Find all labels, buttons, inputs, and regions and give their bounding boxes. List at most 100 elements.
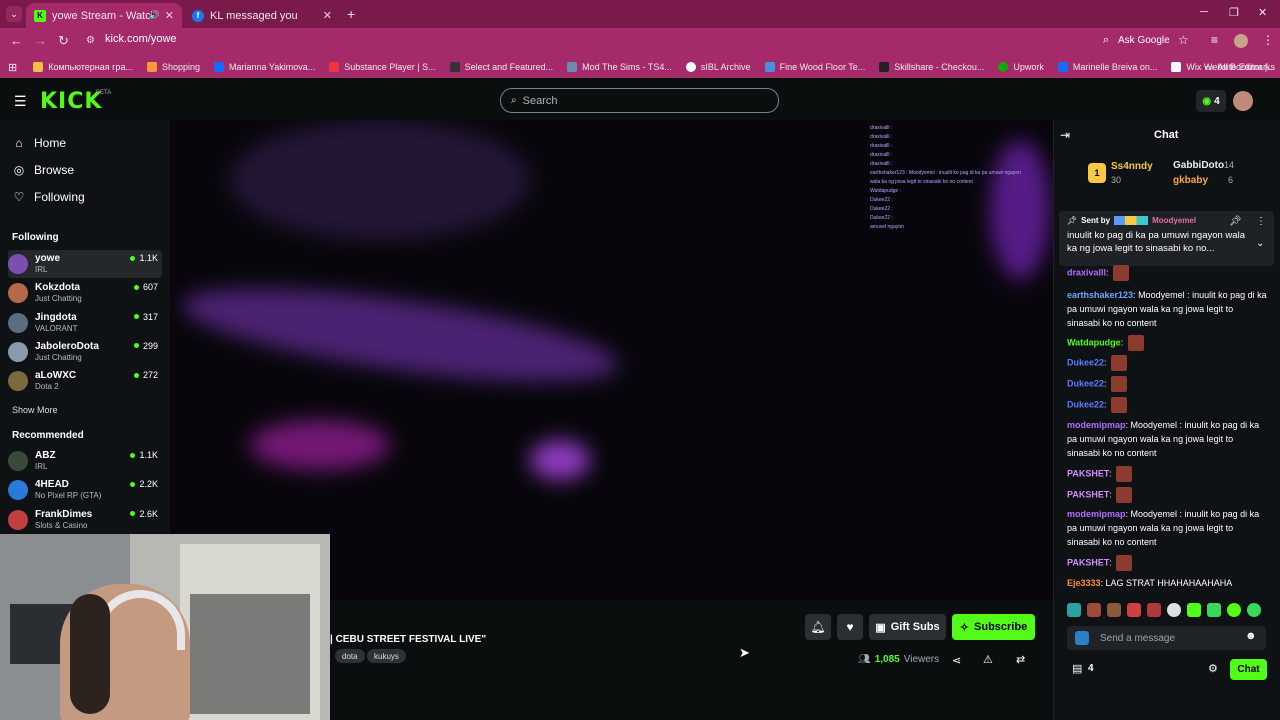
- report-icon[interactable]: ⚠: [983, 653, 993, 666]
- channel-item[interactable]: aLoWXC Dota 2 272: [8, 367, 162, 395]
- reload-icon[interactable]: ↻: [58, 33, 69, 49]
- chat-username[interactable]: draxivalll: [1067, 267, 1106, 277]
- channel-item[interactable]: FrankDimes Slots & Casino 2.6K: [8, 506, 162, 534]
- chat-username[interactable]: Dukee22: [1067, 399, 1104, 409]
- emote-icon[interactable]: [1167, 603, 1181, 617]
- audio-icon[interactable]: 🔊: [149, 10, 160, 21]
- viewer-count: 299: [133, 341, 158, 351]
- show-more-link[interactable]: Show More: [12, 405, 58, 415]
- bookmark-item[interactable]: Select and Featured...: [449, 62, 553, 72]
- site-info-icon[interactable]: ⚙: [86, 35, 95, 46]
- more-bookmarks-icon[interactable]: »: [1173, 61, 1179, 73]
- expand-pinned-icon[interactable]: ⌄: [1256, 238, 1264, 249]
- apps-icon[interactable]: ⊞: [8, 61, 17, 74]
- sidebar-item-browse[interactable]: ◎ Browse: [12, 163, 74, 177]
- channel-points-icon[interactable]: ▤: [1072, 662, 1082, 675]
- channel-item[interactable]: ABZ IRL 1.1K: [8, 447, 162, 475]
- back-icon[interactable]: ←: [10, 33, 23, 48]
- chat-username[interactable]: earthshaker123: [1067, 290, 1133, 300]
- channel-item[interactable]: Jingdota VALORANT 317: [8, 309, 162, 337]
- bookmark-item[interactable]: Upwork: [998, 62, 1044, 72]
- share-icon[interactable]: ⋖: [952, 654, 961, 667]
- user-avatar[interactable]: [1233, 91, 1253, 111]
- emote-icon[interactable]: [1227, 603, 1241, 617]
- bookmark-item[interactable]: Skillshare - Checkou...: [879, 62, 984, 72]
- browser-tab-kick[interactable]: K yowe Stream - Watch Live o 🔊 ✕: [26, 3, 182, 28]
- channel-item[interactable]: yowe IRL 1.1K: [8, 250, 162, 278]
- bookmark-item[interactable]: Mod The Sims - TS4...: [567, 62, 672, 72]
- chat-username[interactable]: modemipmap: [1067, 420, 1126, 430]
- channel-item[interactable]: Kokzdota Just Chatting 607: [8, 279, 162, 307]
- address-bar[interactable]: kick.com/yowe: [105, 33, 177, 45]
- chat-settings-icon[interactable]: ⚙: [1208, 662, 1218, 675]
- emote-icon[interactable]: [1247, 603, 1261, 617]
- all-bookmarks-folder[interactable]: ▭ All Bookmarks: [1205, 62, 1275, 73]
- ask-google-button[interactable]: Ask Google: [1118, 35, 1170, 46]
- follow-button[interactable]: ♥: [837, 614, 863, 640]
- profile-avatar[interactable]: [1234, 34, 1248, 48]
- search-input[interactable]: ⌕ Search: [500, 88, 779, 113]
- sidebar-item-following[interactable]: ♡ Following: [12, 190, 85, 204]
- reading-list-icon[interactable]: ≡: [1211, 33, 1218, 47]
- unpin-icon[interactable]: 📌︎: [1229, 216, 1242, 227]
- tag-kukuys[interactable]: kukuys: [367, 649, 406, 663]
- collapse-chat-icon[interactable]: ⇥: [1060, 128, 1070, 142]
- live-dot-icon: [130, 481, 136, 487]
- emoji-picker-icon[interactable]: ☻: [1245, 630, 1257, 642]
- restore-icon[interactable]: ❐: [1229, 6, 1239, 19]
- sidebar-item-home[interactable]: ⌂ Home: [12, 136, 66, 150]
- hamburger-menu-icon[interactable]: ☰: [14, 93, 27, 110]
- close-window-icon[interactable]: ✕: [1258, 6, 1267, 19]
- gift-subs-button[interactable]: ▣ Gift Subs: [869, 614, 946, 640]
- bookmark-item[interactable]: sIBL Archive: [685, 62, 751, 72]
- tag-dota[interactable]: dota: [335, 649, 365, 663]
- minimize-icon[interactable]: ─: [1200, 6, 1208, 18]
- google-lens-icon[interactable]: ⌕: [1103, 34, 1109, 47]
- emote-icon[interactable]: [1187, 603, 1201, 617]
- bookmark-item[interactable]: Marinelle Breiva on...: [1057, 62, 1157, 72]
- chat-message: modemipmap: Moodyemel : inuulit ko pag d…: [1067, 509, 1260, 547]
- browser-tab-facebook[interactable]: f KL messaged you ✕: [184, 3, 340, 28]
- notification-bell-button[interactable]: 🔔︎: [805, 614, 831, 640]
- channel-item[interactable]: JaboleroDota Just Chatting 299: [8, 338, 162, 366]
- emote-icon[interactable]: [1207, 603, 1221, 617]
- chat-username[interactable]: PAKSHET: [1067, 557, 1109, 567]
- bookmark-star-icon[interactable]: ☆: [1178, 33, 1189, 47]
- bookmark-item[interactable]: Substance Player | S...: [329, 62, 436, 72]
- leader-name[interactable]: GabbiDoto: [1173, 160, 1224, 171]
- user-options-icon[interactable]: ⇄: [1016, 653, 1025, 666]
- points-badge[interactable]: ◉ 4: [1196, 90, 1226, 112]
- chat-username[interactable]: PAKSHET: [1067, 468, 1109, 478]
- emote-icon: [1116, 466, 1133, 482]
- bookmark-item[interactable]: Компьютерная гра...: [33, 62, 133, 72]
- chat-username[interactable]: modemipmap: [1067, 509, 1126, 519]
- channel-item[interactable]: 4HEAD No Pixel RP (GTA) 2.2K: [8, 476, 162, 504]
- viewer-count: 272: [133, 370, 158, 380]
- close-tab-icon[interactable]: ✕: [165, 9, 174, 22]
- leader-name[interactable]: Ss4nndy: [1111, 161, 1153, 172]
- close-tab-icon[interactable]: ✕: [323, 9, 332, 22]
- chat-username[interactable]: Dukee22: [1067, 378, 1104, 388]
- bookmark-item[interactable]: Shopping: [146, 62, 200, 72]
- tab-list-icon[interactable]: ⌄: [6, 6, 22, 22]
- chat-username[interactable]: PAKSHET: [1067, 489, 1109, 499]
- new-tab-icon[interactable]: +: [347, 6, 355, 22]
- kick-logo[interactable]: KICK: [40, 89, 102, 114]
- subscribe-button[interactable]: ✧ Subscribe: [952, 614, 1035, 640]
- chat-username[interactable]: Dukee22: [1067, 357, 1104, 367]
- pinned-more-icon[interactable]: ⋮: [1256, 216, 1266, 227]
- emote-icon[interactable]: [1147, 603, 1161, 617]
- browser-menu-icon[interactable]: ⋮: [1262, 33, 1274, 47]
- emote-icon[interactable]: [1067, 603, 1081, 617]
- forward-icon[interactable]: →: [34, 33, 47, 48]
- emote-icon[interactable]: [1087, 603, 1101, 617]
- emote-icon[interactable]: [1127, 603, 1141, 617]
- bookmark-item[interactable]: Fine Wood Floor Te...: [764, 62, 865, 72]
- chat-username[interactable]: Eje3333: [1067, 578, 1101, 588]
- send-chat-button[interactable]: Chat: [1230, 659, 1267, 680]
- emote-icon[interactable]: [1107, 603, 1121, 617]
- chat-message-input[interactable]: Send a message: [1067, 626, 1266, 650]
- leader-name[interactable]: gkbaby: [1173, 175, 1208, 186]
- bookmark-item[interactable]: Marianna Yakimova...: [214, 62, 315, 72]
- chat-username[interactable]: Watdapudge: [1067, 337, 1121, 347]
